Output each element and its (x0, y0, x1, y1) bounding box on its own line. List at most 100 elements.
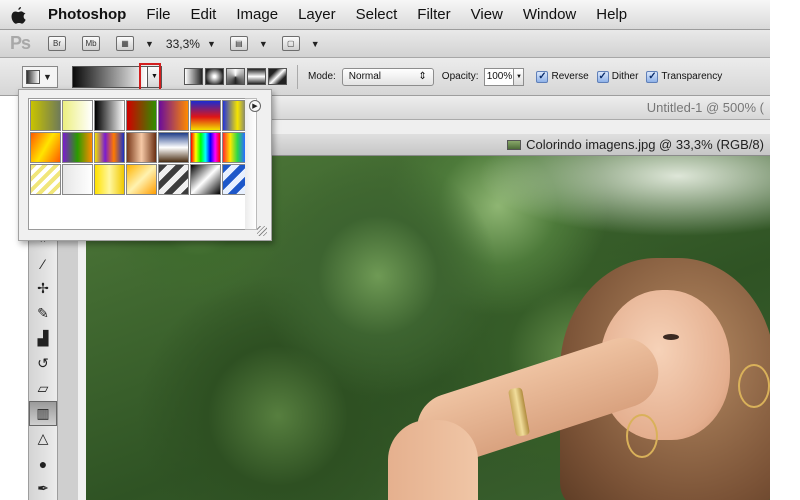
opacity-input[interactable]: 100% (484, 67, 515, 86)
blur-tool[interactable]: △ (29, 426, 57, 451)
gradient-preset-yellow-gray[interactable] (30, 100, 61, 131)
pen-icon: ✒ (37, 480, 49, 496)
linear-gradient-button[interactable] (184, 68, 203, 85)
eyedropper-tool[interactable]: ⁄ (29, 251, 57, 276)
gradient-preset-silver-stripes[interactable] (158, 164, 189, 195)
dither-label: Dither (611, 71, 639, 82)
photo-eye (663, 334, 679, 340)
menu-edit[interactable]: Edit (181, 0, 227, 30)
gradient-preset-chrome[interactable] (158, 132, 189, 163)
blur-icon: △ (37, 430, 49, 446)
ps-logo: Ps (9, 33, 31, 53)
gradient-preset-black-white[interactable] (94, 100, 125, 131)
gradient-preset-red-green[interactable] (126, 100, 157, 131)
photo-earring (738, 364, 770, 408)
radial-gradient-button[interactable] (205, 68, 224, 85)
gradient-type-group (184, 68, 287, 85)
bridge-button[interactable]: Br (48, 36, 66, 51)
check-icon: ✓ (596, 70, 609, 83)
preset-scrollbar[interactable] (245, 98, 257, 230)
gradient-editor-swatch[interactable] (72, 65, 148, 88)
gradient-preset-violet-orange[interactable] (158, 100, 189, 131)
menu-view[interactable]: View (461, 0, 513, 30)
triangle-right-icon: ▶ (252, 103, 258, 110)
dodge-icon: ● (38, 455, 48, 472)
mini-bridge-button[interactable]: Mb (82, 36, 100, 51)
spot-healing-tool[interactable]: ✢ (29, 276, 57, 301)
mode-select[interactable]: Normal ⇕ (341, 67, 434, 86)
gradient-preset-foreground-transparent[interactable] (62, 100, 93, 131)
right-margin (770, 0, 800, 500)
zoom-level[interactable]: 33,3% (166, 37, 200, 51)
panel-menu-button[interactable]: ▶ (249, 100, 261, 112)
photoshop-window: Photoshop File Edit Image Layer Select F… (0, 0, 800, 500)
chevron-down-icon: ▼ (516, 73, 522, 80)
gradient-preset-grid (28, 98, 253, 230)
reverse-label: Reverse (551, 71, 589, 82)
gradient-preset-copper[interactable] (126, 132, 157, 163)
angle-gradient-button[interactable] (226, 68, 245, 85)
menu-photoshop[interactable]: Photoshop (36, 0, 136, 30)
transparency-label: Transparency (661, 71, 723, 82)
eyedropper-icon: ⁄ (41, 255, 45, 272)
chevron-down-icon[interactable]: ▼ (311, 39, 320, 49)
gradient-tool-icon (26, 69, 40, 84)
gradient-preset-violet-green-orange[interactable] (62, 132, 93, 163)
chevron-down-icon[interactable]: ▼ (259, 39, 268, 49)
pen-tool[interactable]: ✒ (29, 476, 57, 500)
gradient-preset-yellow-gold[interactable] (94, 164, 125, 195)
screen-mode-icon: ▢ (287, 39, 295, 48)
mode-label: Mode: (308, 71, 336, 82)
application-bar: Ps Br Mb ▦ ▼ 33,3% ▼ ▤ ▼ ▢ ▼ (0, 30, 770, 58)
dodge-tool[interactable]: ● (29, 451, 57, 476)
gradient-preset-blue-red-yellow[interactable] (190, 100, 221, 131)
dither-checkbox[interactable]: ✓ Dither (596, 70, 639, 83)
mode-value: Normal (348, 71, 382, 82)
grid-icon: ▦ (121, 39, 129, 48)
chevron-down-icon[interactable]: ▼ (207, 39, 216, 49)
pasteboard (58, 226, 78, 500)
menu-help[interactable]: Help (586, 0, 637, 30)
updown-icon: ⇕ (418, 71, 427, 82)
menu-layer[interactable]: Layer (288, 0, 346, 30)
arrange-icon: ▤ (235, 39, 243, 48)
diamond-gradient-button[interactable] (268, 68, 287, 85)
eraser-tool[interactable]: ▱ (29, 376, 57, 401)
gradient-tool[interactable]: ▥ (29, 401, 57, 426)
menu-image[interactable]: Image (226, 0, 288, 30)
spot-healing-icon: ✢ (37, 280, 49, 296)
apple-icon[interactable] (0, 0, 36, 30)
tool-preset-picker[interactable]: ▼ (22, 65, 58, 88)
history-brush-tool[interactable]: ↺ (29, 351, 57, 376)
arrange-documents-button[interactable]: ▤ (229, 36, 248, 51)
gradient-preset-orange-yellow-orange[interactable] (30, 132, 61, 163)
transparency-checkbox[interactable]: ✓ Transparency (646, 70, 723, 83)
brush-icon: ✎ (37, 305, 49, 321)
menu-window[interactable]: Window (513, 0, 586, 30)
gradient-preset-neutral-density[interactable] (62, 164, 93, 195)
tab-colorindo-imagens[interactable]: Colorindo imagens.jpg @ 33,3% (RGB/8) (270, 134, 770, 156)
history-brush-icon: ↺ (37, 355, 49, 371)
tab-untitled-1[interactable]: Untitled-1 @ 500% ( (270, 96, 770, 120)
reverse-checkbox[interactable]: ✓ Reverse (536, 70, 589, 83)
gradient-preset-orange-gold[interactable] (126, 164, 157, 195)
photo-earring (626, 414, 658, 458)
resize-grip-icon[interactable] (257, 226, 267, 236)
gradient-preset-black-white-black[interactable] (190, 164, 221, 195)
menu-select[interactable]: Select (346, 0, 408, 30)
reflected-gradient-button[interactable] (247, 68, 266, 85)
opacity-slider-button[interactable]: ▼ (514, 67, 525, 86)
menu-filter[interactable]: Filter (407, 0, 460, 30)
check-icon: ✓ (536, 70, 549, 83)
clone-stamp-tool[interactable]: ▟ (29, 326, 57, 351)
tools-panel: ⌗⁄✢✎▟↺▱▥△●✒ (28, 226, 58, 500)
brush-tool[interactable]: ✎ (29, 301, 57, 326)
chevron-down-icon[interactable]: ▼ (145, 39, 154, 49)
menu-file[interactable]: File (136, 0, 180, 30)
gradient-preset-transparent-stripes[interactable] (30, 164, 61, 195)
view-extras-button[interactable]: ▦ (116, 36, 134, 51)
gradient-preset-yellow-violet-orange-blue[interactable] (94, 132, 125, 163)
gradient-preset-spectrum[interactable] (190, 132, 221, 163)
screen-mode-button[interactable]: ▢ (281, 36, 300, 51)
menu-bar: Photoshop File Edit Image Layer Select F… (0, 0, 770, 30)
